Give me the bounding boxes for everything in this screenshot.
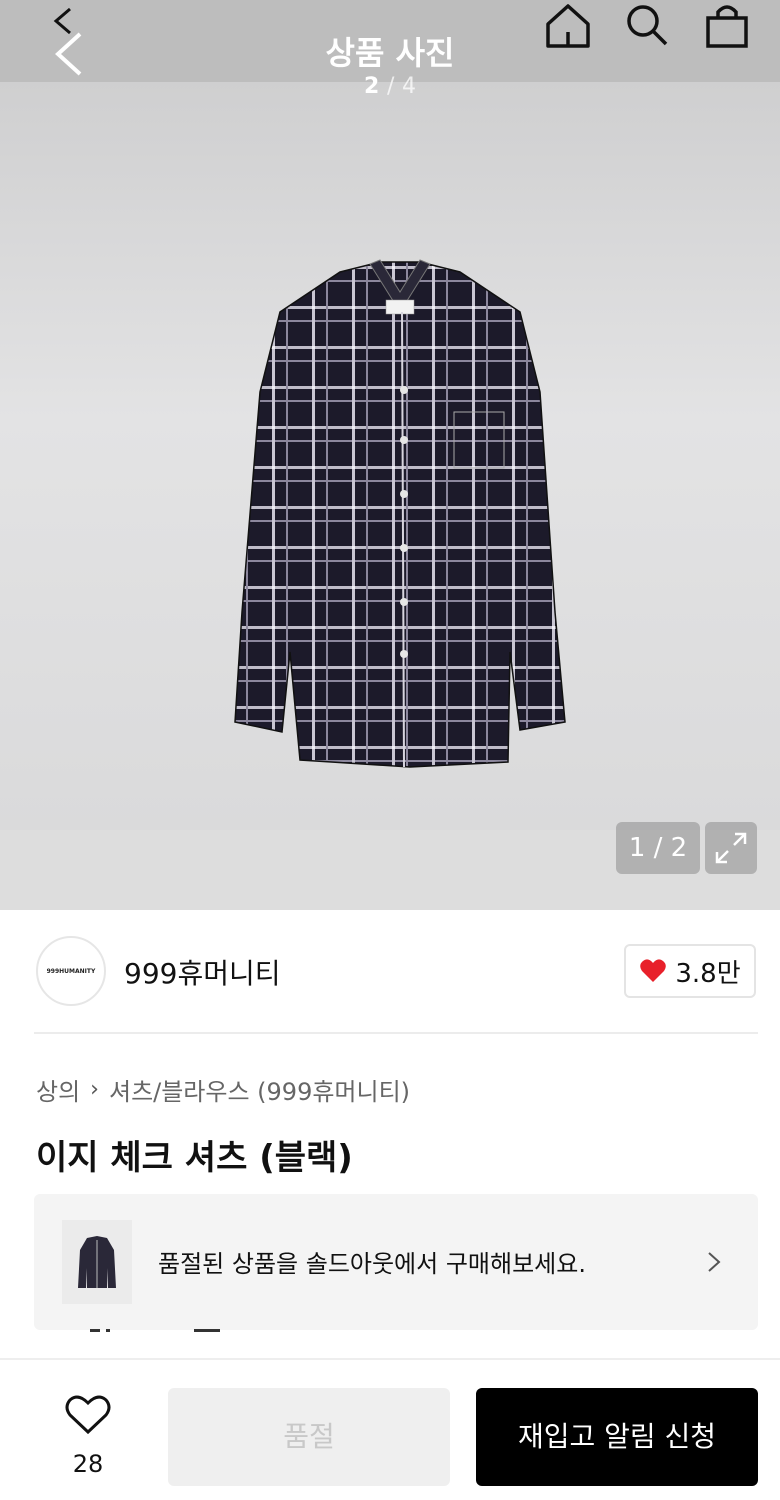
chevron-right-icon	[708, 1252, 721, 1272]
soldout-button: 품절	[168, 1388, 450, 1486]
banner-product-thumbnail	[62, 1220, 132, 1304]
search-icon[interactable]	[622, 2, 672, 50]
product-title: 이지 체크 셔츠 (블랙)	[36, 1138, 353, 1178]
page-title: 상품 사진	[325, 34, 455, 72]
image-counter: 1 / 2	[616, 822, 700, 874]
brand-name[interactable]: 999휴머니티	[124, 952, 280, 992]
photo-counter: 2 / 4	[340, 74, 440, 99]
brand-logo[interactable]: 999HUMANITY	[36, 936, 106, 1006]
soldout-banner[interactable]: 품절된 상품을 솔드아웃에서 구매해보세요.	[34, 1194, 758, 1330]
home-icon[interactable]	[543, 2, 593, 50]
breadcrumb-item-category[interactable]: 상의	[36, 1072, 80, 1107]
expand-icon[interactable]	[705, 822, 757, 874]
photo-counter-separator: /	[386, 74, 395, 99]
brand-like-count: 3.8만	[675, 958, 741, 989]
close-viewer-back-icon[interactable]	[52, 30, 86, 78]
brand-logo-text: 999HUMANITY	[46, 967, 96, 975]
next-section-peek	[90, 1329, 220, 1332]
shopping-bag-icon[interactable]	[702, 2, 752, 50]
divider	[34, 1032, 758, 1034]
brand-like-button[interactable]: 3.8만	[624, 944, 756, 998]
product-image-area[interactable]	[0, 82, 780, 830]
heart-outline-icon	[65, 1395, 111, 1435]
wishlist-button[interactable]: 28	[50, 1394, 126, 1484]
photo-counter-current: 2	[363, 74, 380, 99]
photo-counter-total: 4	[402, 74, 417, 99]
banner-text: 품절된 상품을 솔드아웃에서 구매해보세요.	[158, 1250, 586, 1278]
heart-filled-icon	[640, 959, 667, 982]
product-image	[234, 259, 566, 768]
bottom-action-bar: 28 품절 재입고 알림 신청	[0, 1358, 780, 1500]
restock-alert-button[interactable]: 재입고 알림 신청	[476, 1388, 758, 1486]
chevron-right-icon: ›	[90, 1077, 99, 1102]
breadcrumb: 상의 › 셔츠/블라우스 (999휴머니티)	[36, 1072, 410, 1107]
breadcrumb-item-subcategory[interactable]: 셔츠/블라우스 (999휴머니티)	[109, 1072, 410, 1107]
wishlist-count: 28	[72, 1450, 104, 1478]
